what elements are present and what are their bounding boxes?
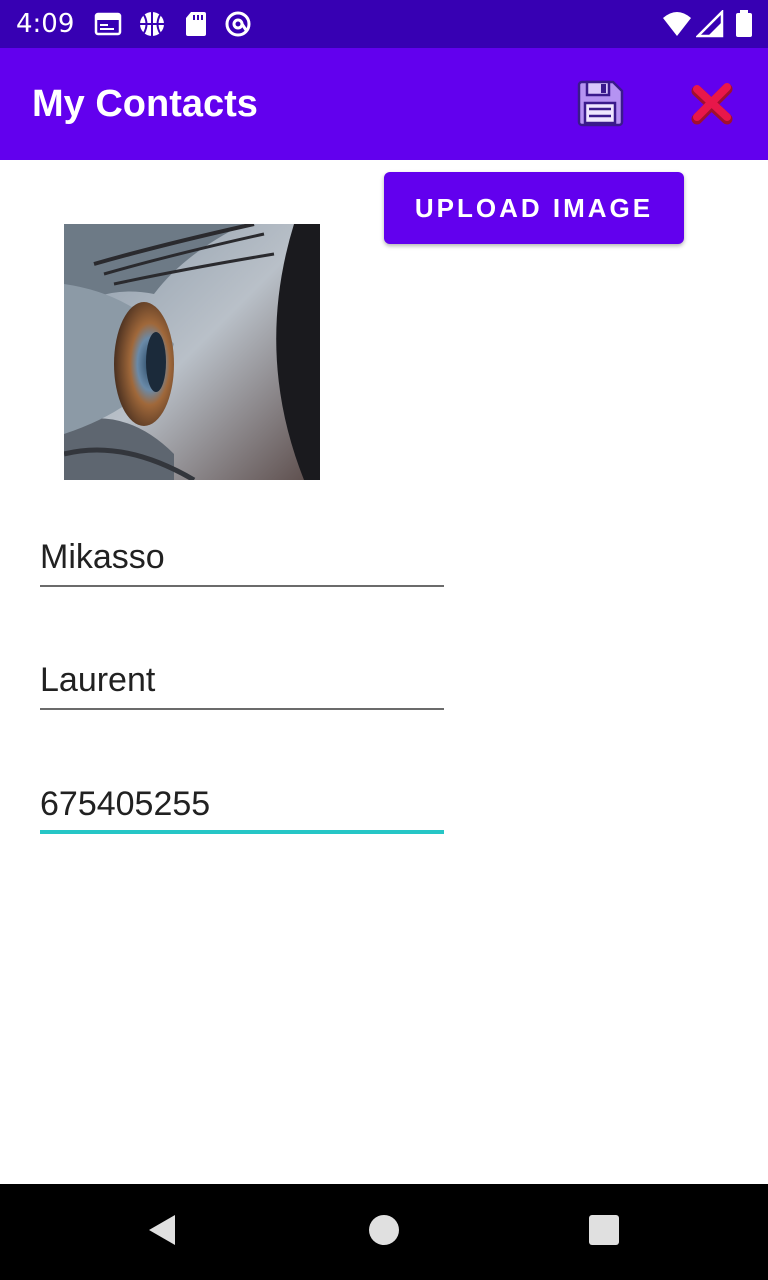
- phone-value: 675405255: [40, 785, 211, 823]
- home-icon: [367, 1213, 401, 1251]
- last-name-underline: [40, 708, 444, 710]
- signal-icon: [694, 8, 724, 38]
- last-name-value: Laurent: [40, 661, 156, 699]
- app-bar: My Contacts: [0, 48, 768, 160]
- at-sign-icon: [224, 10, 252, 38]
- basketball-icon: [138, 10, 166, 38]
- sd-card-icon: [182, 10, 210, 38]
- navigation-bar: [0, 1184, 768, 1280]
- status-bar: 4:09: [0, 0, 768, 48]
- save-button[interactable]: [572, 78, 628, 134]
- back-icon: [145, 1213, 179, 1251]
- phone-field[interactable]: 675405255: [40, 774, 444, 834]
- first-name-underline: [40, 585, 444, 587]
- upload-image-button[interactable]: UPLOAD IMAGE: [384, 172, 684, 244]
- contact-edit-screen: 4:09 My Contacts UPLOAD IMAGE Mikasso La…: [0, 0, 768, 1280]
- wifi-icon: [662, 10, 691, 38]
- first-name-field[interactable]: Mikasso: [40, 527, 444, 587]
- status-time: 4:09: [16, 9, 75, 39]
- close-button[interactable]: [684, 78, 740, 134]
- contact-photo: [64, 224, 320, 480]
- save-icon: [575, 79, 625, 133]
- last-name-field[interactable]: Laurent: [40, 650, 444, 710]
- app-title: My Contacts: [32, 83, 258, 125]
- first-name-value: Mikasso: [40, 538, 165, 576]
- back-button[interactable]: [142, 1212, 182, 1252]
- battery-icon: [734, 10, 754, 38]
- recents-icon: [588, 1214, 620, 1250]
- recents-button[interactable]: [584, 1212, 624, 1252]
- phone-underline: [40, 830, 444, 834]
- home-button[interactable]: [364, 1212, 404, 1252]
- close-icon: [689, 81, 735, 131]
- calendar-icon: [94, 10, 122, 38]
